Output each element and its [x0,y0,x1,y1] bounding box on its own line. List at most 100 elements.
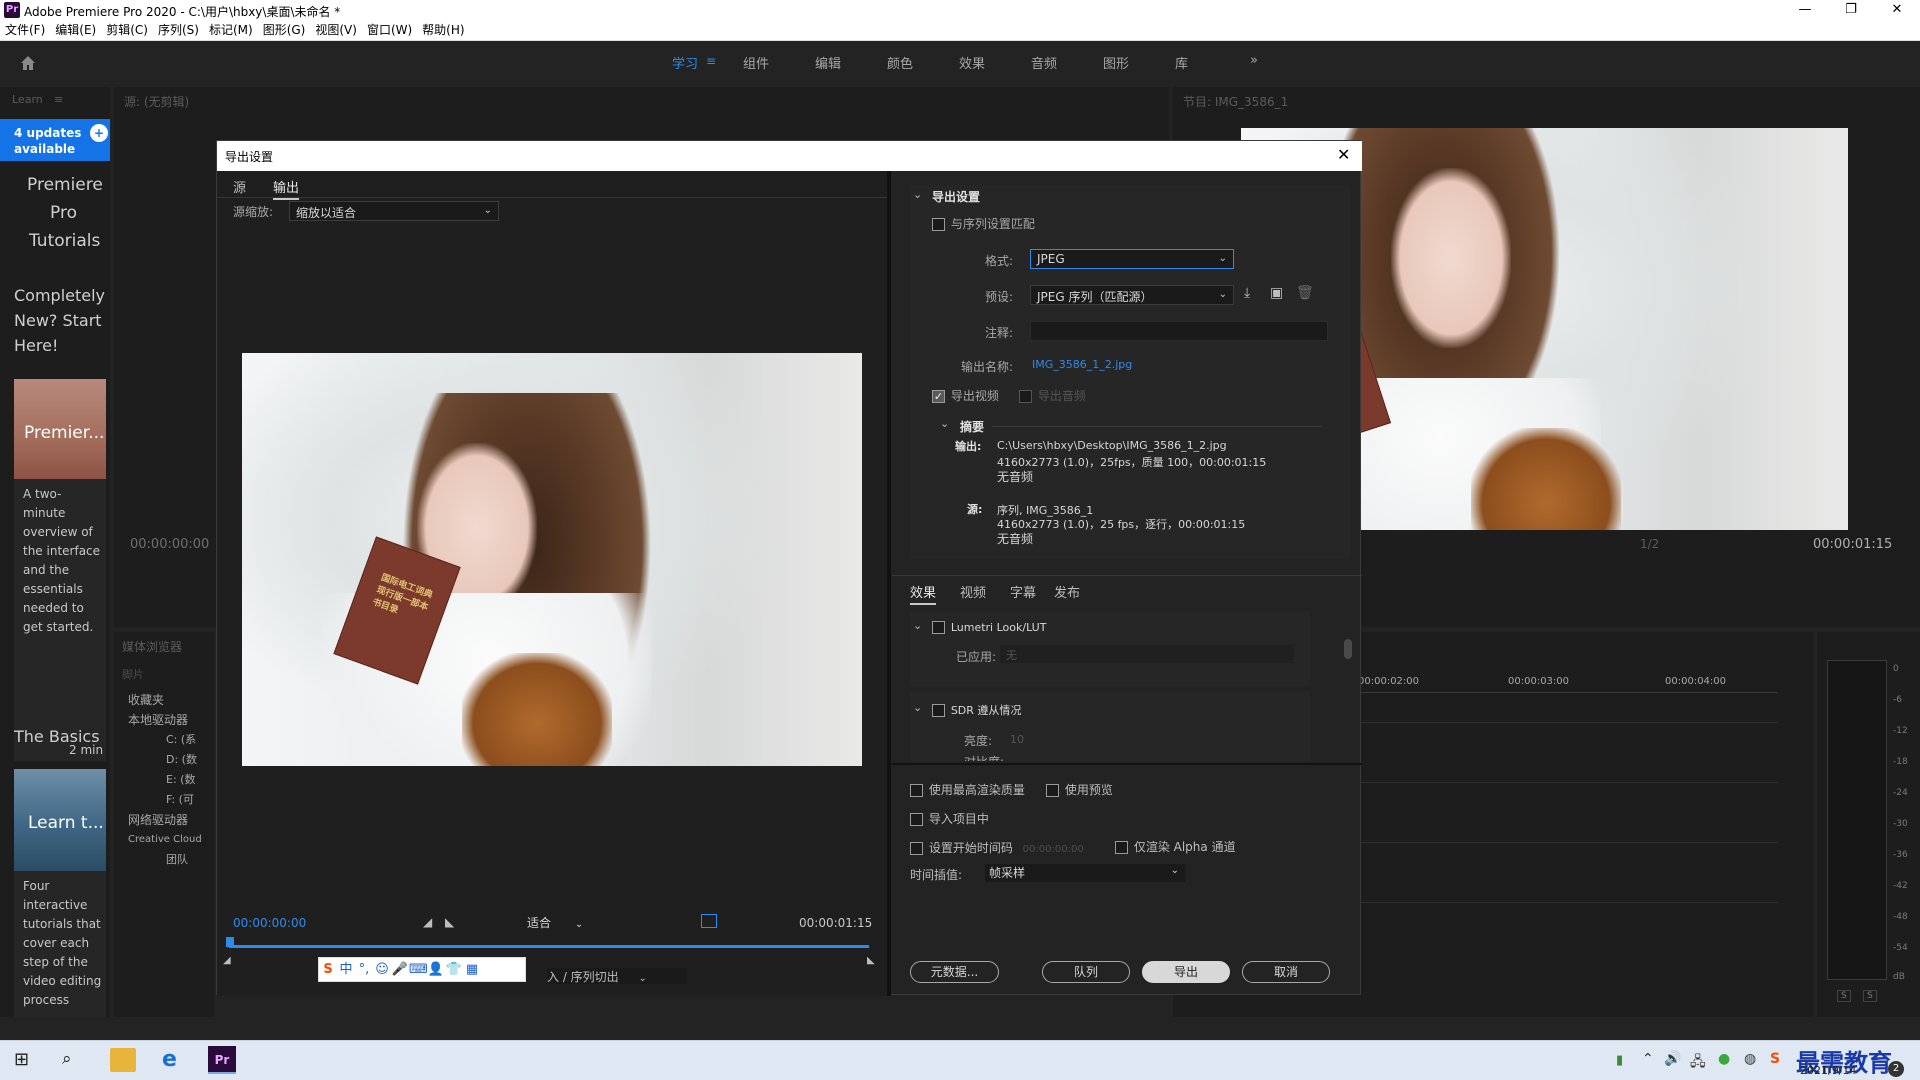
close-window-button[interactable]: ✕ [1874,0,1920,20]
menu-edit[interactable]: 编辑(E) [50,20,101,41]
export-video-checkbox[interactable] [932,390,945,403]
solo-button[interactable]: S [1863,990,1877,1002]
file-explorer-icon[interactable] [110,1048,136,1072]
match-sequence-checkbox[interactable] [932,218,945,231]
panel-menu-icon[interactable]: ≡ [54,93,63,106]
export-button[interactable]: 导出 [1142,961,1230,983]
menu-window[interactable]: 窗口(W) [362,20,417,41]
source-scale-select[interactable]: 缩放以适合 ⌄ [289,201,499,221]
windows-start-icon[interactable]: ⊞ [14,1049,29,1070]
tree-drive-e[interactable]: E: (数 [128,770,202,790]
workspace-tab-color[interactable]: 颜色 [887,53,913,72]
tutorial-thumbnail-1[interactable]: Premier... [14,379,106,479]
tree-favorites[interactable]: 收藏夹 [128,690,202,710]
home-icon[interactable] [18,53,38,73]
edge-browser-icon[interactable]: e [162,1047,177,1072]
maximize-button[interactable]: ❐ [1828,0,1874,20]
metadata-button[interactable]: 元数据... [910,961,999,983]
workspace-tab-editing[interactable]: 编辑 [815,53,841,72]
cancel-button[interactable]: 取消 [1242,961,1330,983]
preview-timecode-start[interactable]: 00:00:00:00 [233,916,306,930]
menu-markers[interactable]: 标记(M) [204,20,258,41]
tree-drive-f[interactable]: F: (可 [128,790,202,810]
alpha-only-checkbox[interactable] [1115,841,1128,854]
workspace-tab-audio[interactable]: 音频 [1031,53,1057,72]
keyboard-icon[interactable]: ⌨ [409,958,428,981]
chevron-down-icon[interactable]: ⌄ [940,417,949,430]
add-icon[interactable]: + [90,124,108,142]
import-preset-icon[interactable]: ▣ [1270,285,1283,301]
notification-badge[interactable]: 2 [1888,1061,1904,1077]
menu-file[interactable]: 文件(F) [0,20,50,41]
tab-source[interactable]: 源 [233,177,246,196]
skin-icon[interactable]: 👕 [445,958,463,981]
workspace-tab-effects[interactable]: 效果 [959,53,985,72]
tree-drive-d[interactable]: D: (数 [128,750,202,770]
workspace-tab-learn[interactable]: 学习 [672,53,698,72]
tree-creative-cloud[interactable]: Creative Cloud [128,830,202,850]
ime-chinese-mode-icon[interactable]: 中 [337,958,355,981]
user-icon[interactable]: 👤 [427,958,445,981]
tree-drive-c[interactable]: C: (系 [128,730,202,750]
in-point-marker[interactable]: ◢ [223,955,231,966]
minimize-button[interactable]: — [1782,0,1828,20]
menu-sequence[interactable]: 序列(S) [153,20,204,41]
out-point-marker[interactable]: ◣ [867,955,875,966]
start-timecode-row[interactable]: 设置开始时间码 00:00:00:00 [910,839,1084,856]
tutorial-card-1[interactable]: A two- minute overview of the interface … [14,479,106,761]
tree-network-drives[interactable]: 网络驱动器 [128,810,202,830]
sogou-logo-icon[interactable]: S [319,958,337,981]
preview-scrubber[interactable] [229,945,869,948]
menu-clip[interactable]: 剪辑(C) [101,20,153,41]
set-in-icon[interactable]: ◢ [423,915,432,929]
tab-effects[interactable]: 效果 [910,582,937,605]
volume-icon[interactable]: 🔊 [1664,1051,1681,1067]
tray-icon[interactable]: ◍ [1744,1051,1756,1067]
import-project-row[interactable]: 导入项目中 [910,810,989,827]
sdr-checkbox[interactable] [932,704,945,717]
chevron-down-icon[interactable]: ⌄ [913,188,922,201]
menu-view[interactable]: 视图(V) [310,20,362,41]
use-preview-row[interactable]: 使用预览 [1046,781,1113,798]
use-preview-checkbox[interactable] [1046,784,1059,797]
tree-team[interactable]: 团队 [128,850,202,870]
workspace-menu-icon[interactable]: ≡ [706,54,716,68]
settings-scrollbar[interactable] [1344,639,1352,659]
dialog-close-icon[interactable]: ✕ [1337,145,1350,164]
delete-preset-icon[interactable]: 🗑 [1296,285,1314,301]
time-interp-select[interactable]: 帧采样 ⌄ [985,864,1185,882]
export-video-row[interactable]: 导出视频 [932,387,999,404]
chevron-up-icon[interactable]: ⌃ [1642,1051,1654,1067]
workspace-overflow-icon[interactable]: » [1250,53,1258,68]
output-name-link[interactable]: IMG_3586_1_2.jpg [1032,358,1132,371]
match-sequence-row[interactable]: 与序列设置匹配 [932,215,1035,232]
ime-punctuation-icon[interactable]: °, [355,958,373,981]
alpha-only-row[interactable]: 仅渲染 Alpha 通道 [1115,838,1236,855]
search-icon[interactable]: ⌕ [62,1049,72,1069]
menu-graphics[interactable]: 图形(G) [258,20,311,41]
microphone-icon[interactable]: 🎤 [391,958,409,981]
playhead-handle[interactable] [226,937,234,947]
chevron-down-icon[interactable]: ⌄ [913,701,922,714]
aspect-ratio-icon[interactable] [701,914,717,928]
import-project-checkbox[interactable] [910,813,923,826]
queue-button[interactable]: 队列 [1042,961,1130,983]
tab-captions[interactable]: 字幕 [1010,582,1036,601]
lumetri-checkbox[interactable] [932,621,945,634]
tree-local-drives[interactable]: 本地驱动器 [128,710,202,730]
preset-select[interactable]: JPEG 序列（匹配源） ⌄ [1030,285,1234,305]
premiere-taskbar-icon[interactable]: Pr [208,1046,236,1074]
workspace-tab-assembly[interactable]: 组件 [743,53,769,72]
program-zoom-select[interactable]: 1/2 [1640,537,1659,551]
sogou-tray-icon[interactable]: S [1770,1051,1780,1067]
start-timecode-checkbox[interactable] [910,842,923,855]
max-quality-row[interactable]: 使用最高渲染质量 [910,781,1025,798]
toolbox-icon[interactable]: ▦ [463,958,481,981]
source-range-select[interactable]: 入 / 序列切出 ⌄ [547,968,687,984]
set-out-icon[interactable]: ◣ [445,915,454,929]
battery-icon[interactable]: ▮ [1616,1053,1623,1068]
comment-input[interactable] [1030,321,1328,341]
network-icon[interactable]: 🖧 [1690,1051,1706,1075]
fit-select[interactable]: 适合 ⌄ [527,914,597,932]
tab-video[interactable]: 视频 [960,582,986,601]
